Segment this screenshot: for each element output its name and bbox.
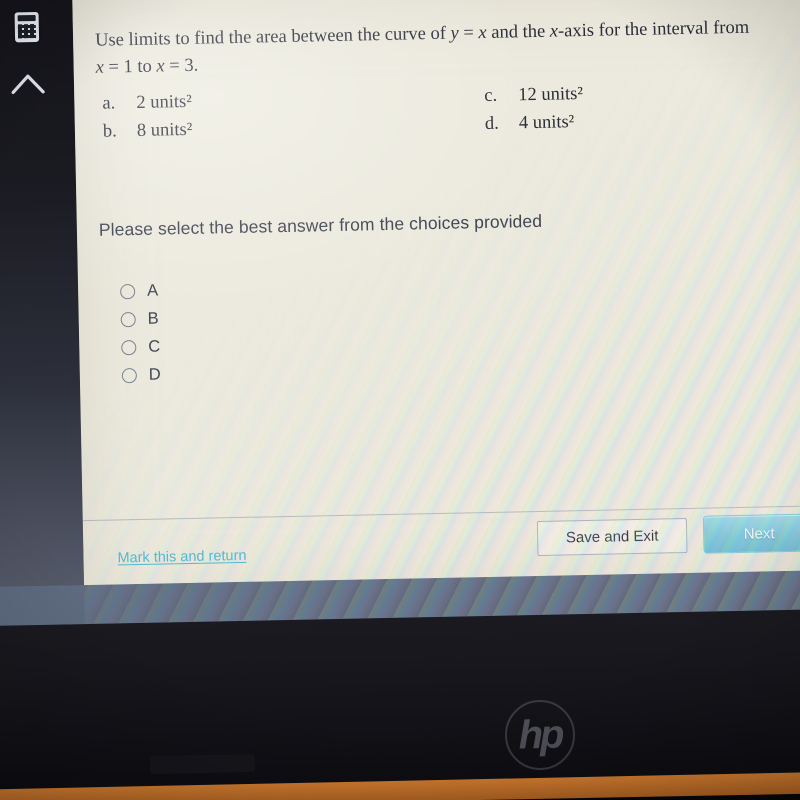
question-line2-b: = 3. <box>164 55 199 77</box>
calculator-icon[interactable] <box>6 7 47 48</box>
radio-label-c: C <box>148 337 161 356</box>
choice-d: d. 4 units² <box>485 112 575 135</box>
photo-of-laptop-screen: hp Use limits to find the area between t… <box>0 0 800 800</box>
choice-b: b. 8 units² <box>103 119 193 142</box>
radio-circle-b[interactable] <box>120 312 136 328</box>
question-content: Use limits to find the area between the … <box>95 14 800 391</box>
choice-b-text: 8 units² <box>136 119 193 141</box>
choice-d-key: d. <box>484 113 499 134</box>
answer-radio-group: A B C D <box>120 264 800 390</box>
question-line1-b: and the <box>486 21 551 43</box>
save-and-exit-button[interactable]: Save and Exit <box>536 518 688 557</box>
question-line1-a: Use limits to find the area between the … <box>94 23 451 51</box>
choice-d-text: 4 units² <box>518 111 575 133</box>
choice-c-text: 12 units² <box>518 83 584 105</box>
question-line2-a: = 1 to <box>103 56 157 78</box>
choice-list: a. 2 units² b. 8 units² c. 12 units² d. … <box>96 80 757 157</box>
choice-b-key: b. <box>102 120 118 142</box>
choice-a-text: 2 units² <box>136 91 192 113</box>
question-text: Use limits to find the area between the … <box>95 15 756 82</box>
mark-this-and-return-link[interactable]: Mark this and return <box>117 548 246 567</box>
laptop-screen: Use limits to find the area between the … <box>0 0 800 626</box>
choice-a-key: a. <box>102 93 116 114</box>
question-eq1: = <box>458 23 479 44</box>
choice-c: c. 12 units² <box>484 84 583 107</box>
radio-label-b: B <box>147 309 159 328</box>
app-sidebar <box>0 0 85 626</box>
radio-label-a: A <box>146 281 159 300</box>
next-button[interactable]: Next <box>702 513 800 554</box>
choice-c-key: c. <box>484 85 498 106</box>
question-line1-c: -axis for the interval from <box>557 17 750 42</box>
answer-prompt: Please select the best answer from the c… <box>98 210 543 240</box>
calculator-glyph <box>14 11 40 43</box>
arrow-up-icon[interactable] <box>8 63 49 104</box>
radio-circle-c[interactable] <box>121 340 137 356</box>
choice-a: a. 2 units² <box>102 91 192 114</box>
radio-circle-d[interactable] <box>121 368 138 384</box>
laptop-foot <box>149 753 256 775</box>
radio-label-d: D <box>148 365 161 384</box>
radio-circle-a[interactable] <box>120 284 136 300</box>
